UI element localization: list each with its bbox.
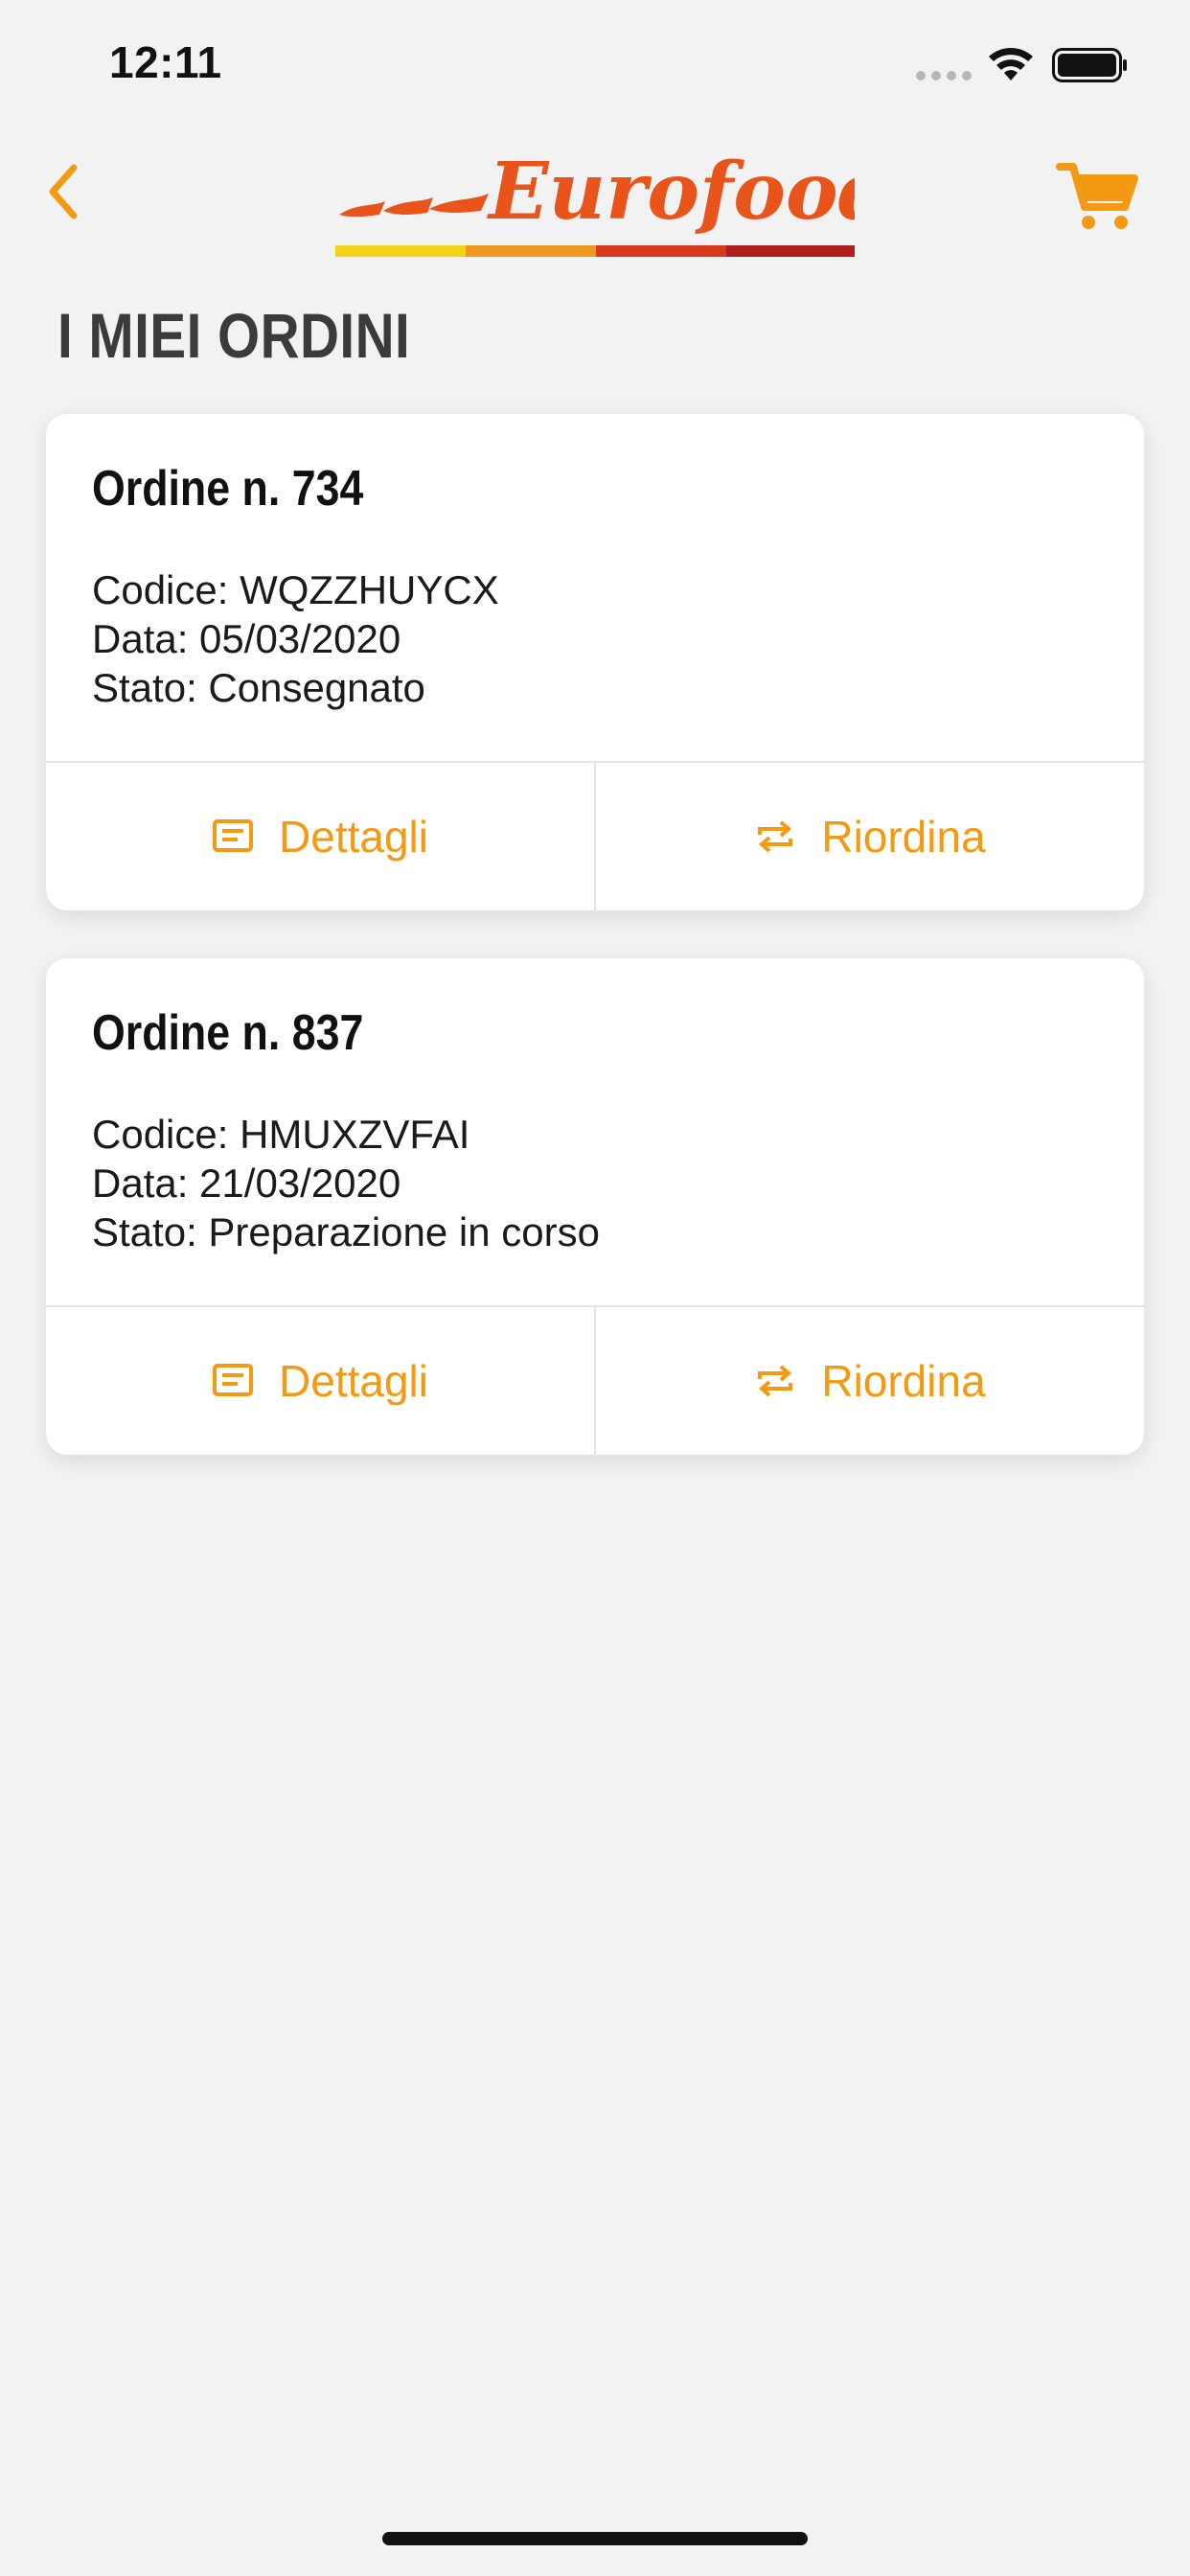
details-icon	[213, 819, 254, 852]
order-date: Data: 21/03/2020	[92, 1161, 401, 1206]
reorder-label: Riordina	[821, 1356, 986, 1406]
details-icon	[213, 1364, 254, 1396]
screen: 12:11 Eurofood I MIEI ORDINI Ordine n. 7…	[0, 0, 1190, 2576]
status-bar: 12:11	[0, 0, 1190, 125]
page-title: I MIEI ORDINI	[57, 300, 411, 371]
details-button[interactable]: Dettagli	[46, 1307, 594, 1455]
order-title: Ordine n. 837	[92, 1005, 364, 1061]
order-card: Ordine n. 837 Codice: HMUXZVFAI Data: 21…	[46, 958, 1144, 1455]
details-label: Dettagli	[279, 812, 428, 862]
wifi-icon	[989, 48, 1033, 80]
order-code: Codice: WQZZHUYCX	[92, 567, 499, 612]
reorder-label: Riordina	[821, 812, 986, 862]
back-button[interactable]	[29, 153, 96, 230]
order-status: Stato: Preparazione in corso	[92, 1209, 600, 1254]
home-indicator[interactable]	[382, 2532, 808, 2545]
status-time: 12:11	[109, 37, 222, 87]
order-code: Codice: HMUXZVFAI	[92, 1112, 470, 1157]
chevron-left-icon	[49, 164, 78, 219]
repeat-icon	[758, 820, 793, 853]
card-actions: Dettagli Riordina	[46, 1307, 1144, 1455]
order-status: Stato: Consegnato	[92, 665, 425, 710]
svg-text:Eurofood: Eurofood	[487, 146, 855, 238]
cart-button[interactable]	[1054, 151, 1140, 238]
order-date: Data: 05/03/2020	[92, 616, 401, 661]
reorder-button[interactable]: Riordina	[594, 763, 1144, 910]
order-info: Codice: HMUXZVFAI Data: 21/03/2020 Stato…	[92, 1110, 600, 1256]
card-actions: Dettagli Riordina	[46, 763, 1144, 910]
details-label: Dettagli	[279, 1356, 428, 1406]
order-info: Codice: WQZZHUYCX Data: 05/03/2020 Stato…	[92, 565, 499, 712]
repeat-icon	[758, 1365, 793, 1397]
battery-icon	[1052, 48, 1127, 82]
order-card: Ordine n. 734 Codice: WQZZHUYCX Data: 05…	[46, 414, 1144, 910]
reorder-button[interactable]: Riordina	[594, 1307, 1144, 1455]
order-title: Ordine n. 734	[92, 461, 364, 517]
eurofood-logo: Eurofood	[335, 146, 855, 257]
details-button[interactable]: Dettagli	[46, 763, 594, 910]
cart-icon	[1056, 163, 1138, 229]
app-header: Eurofood	[0, 125, 1190, 259]
signal-icon	[916, 71, 972, 80]
